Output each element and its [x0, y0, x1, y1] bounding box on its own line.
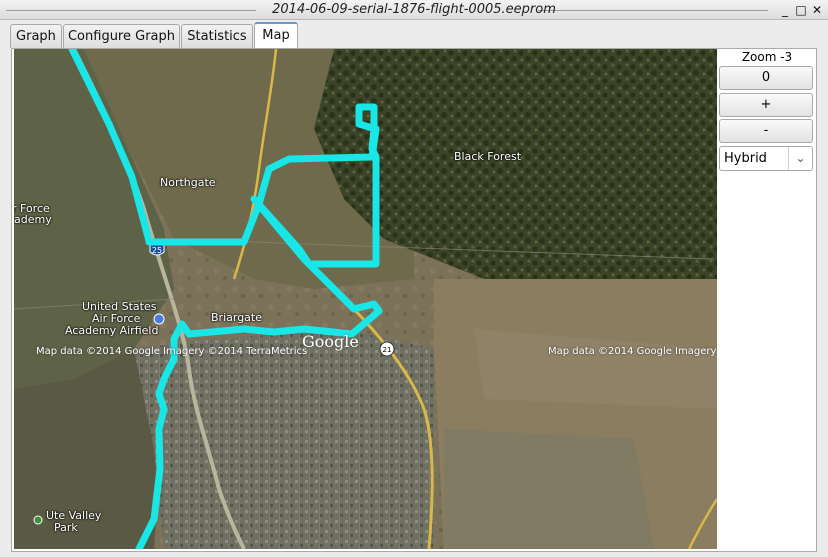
chevron-down-icon[interactable]: ⌄ — [788, 147, 812, 170]
label-briargate: Briargate — [211, 311, 262, 324]
label-academy-airfield: Academy Airfield — [65, 324, 159, 337]
zoom-in-button[interactable]: + — [719, 93, 813, 117]
google-logo: Google — [302, 332, 359, 351]
zoom-out-button[interactable]: - — [719, 119, 813, 143]
tab-graph[interactable]: Graph — [10, 24, 62, 48]
zoom-level-label: Zoom -3 — [741, 50, 793, 64]
airfield-icon — [153, 313, 165, 325]
map-type-select[interactable]: Hybrid ⌄ — [719, 146, 813, 171]
highway-21-shield-icon: 21 — [379, 341, 395, 357]
close-icon[interactable]: ✕ — [810, 3, 824, 17]
label-academy-partial: ademy — [14, 213, 52, 226]
svg-text:21: 21 — [383, 346, 392, 354]
window-title: 2014-06-09-serial-1876-flight-0005.eepro… — [272, 2, 556, 17]
tab-map[interactable]: Map — [254, 22, 298, 48]
label-northgate: Northgate — [160, 176, 216, 189]
satellite-imagery: 25 21 — [14, 49, 717, 549]
tab-configure-graph[interactable]: Configure Graph — [63, 24, 180, 48]
interstate-25-shield-icon: 25 — [149, 243, 165, 256]
svg-text:25: 25 — [152, 246, 162, 255]
map-copyright-left: Map data ©2014 Google Imagery ©2014 Terr… — [36, 346, 308, 357]
park-icon — [33, 515, 43, 525]
map-view[interactable]: 25 21 Black Forest Northgate r Force ade… — [14, 49, 717, 549]
window-title-bar: 2014-06-09-serial-1876-flight-0005.eepro… — [0, 0, 828, 20]
minimize-icon[interactable]: _ — [778, 3, 792, 17]
maximize-icon[interactable]: □ — [794, 3, 808, 17]
label-black-forest: Black Forest — [454, 150, 522, 163]
map-type-value: Hybrid — [724, 151, 767, 166]
zoom-reset-button[interactable]: 0 — [719, 66, 813, 90]
label-park: Park — [54, 521, 78, 534]
tab-statistics[interactable]: Statistics — [181, 24, 253, 48]
map-copyright-right: Map data ©2014 Google Imagery ©20 — [548, 346, 717, 357]
